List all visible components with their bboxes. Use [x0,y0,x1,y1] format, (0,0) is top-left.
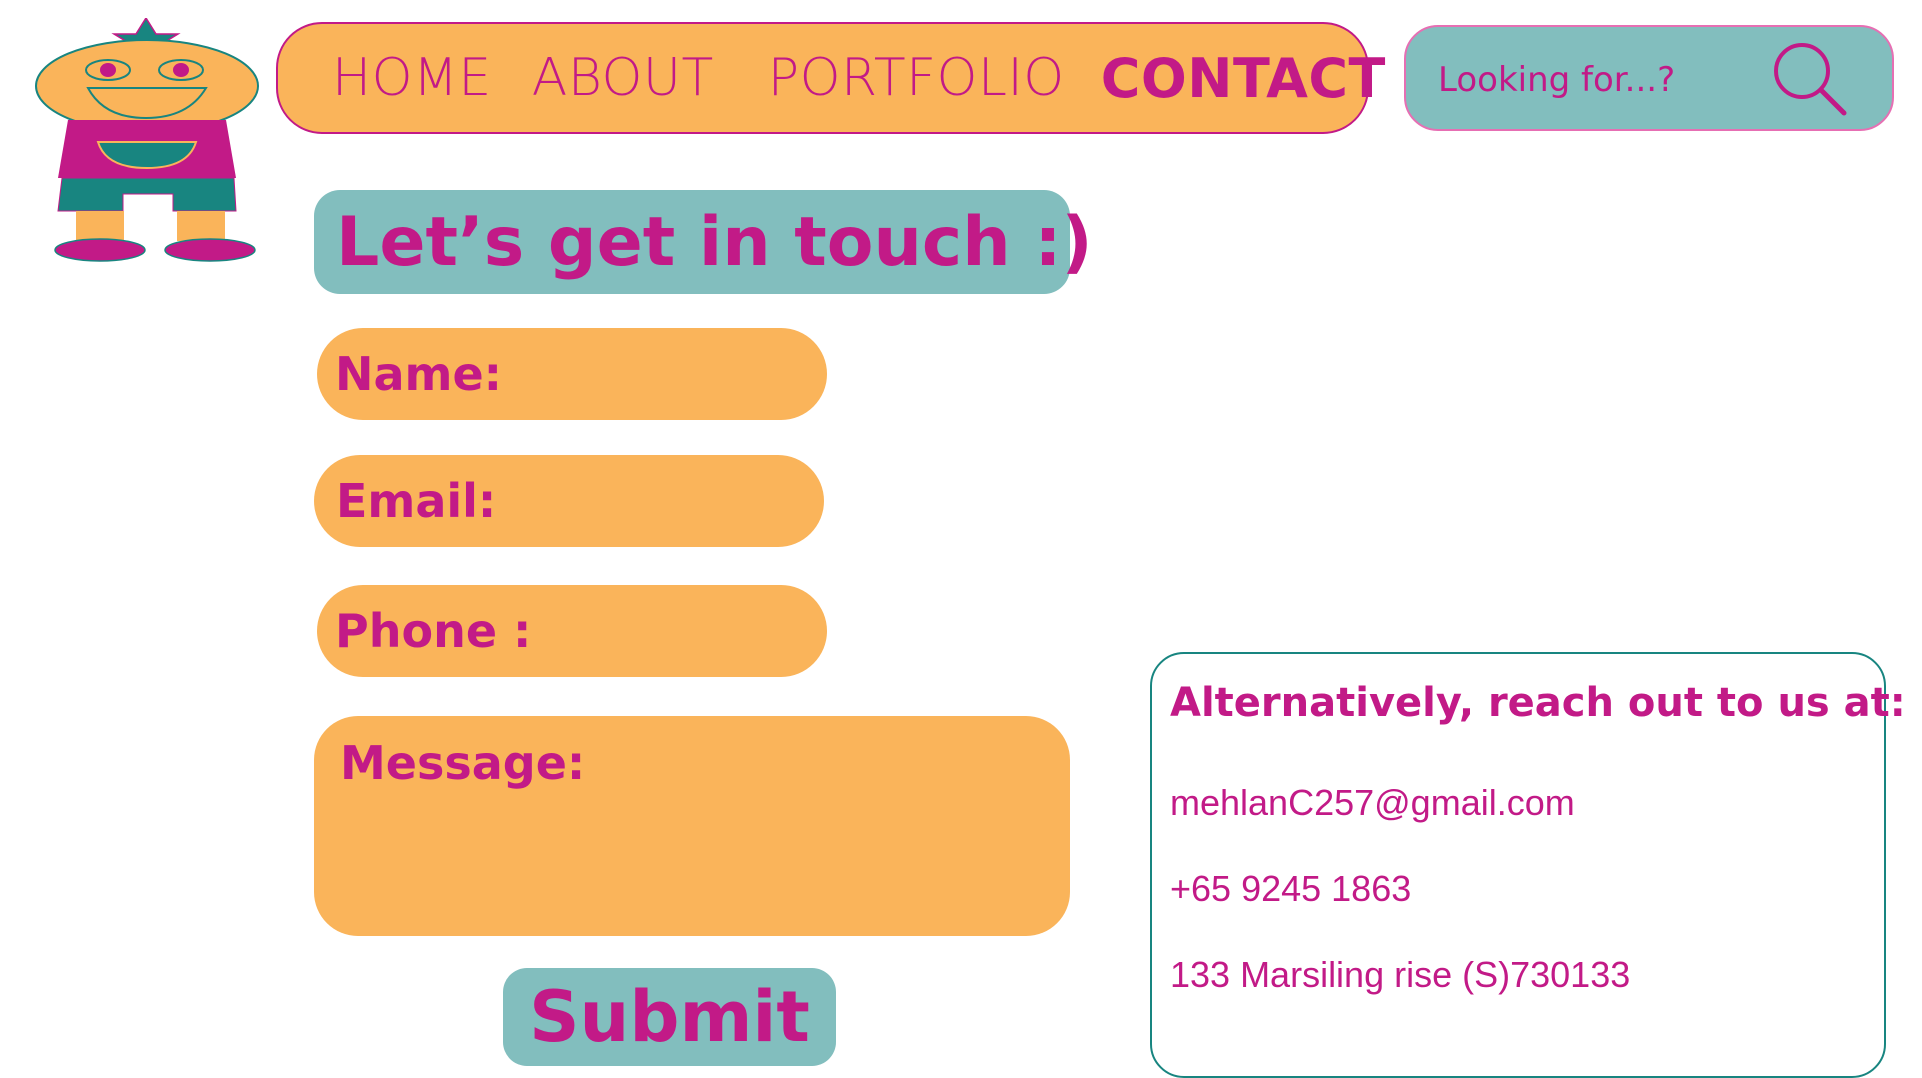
name-field[interactable]: Name: [317,328,969,420]
phone-field[interactable]: Phone : [317,585,998,677]
main-nav: HOME ABOUT PORTFOLIO CONTACT [276,22,1385,134]
contact-info-title: Alternatively, reach out to us at: [1170,680,1906,726]
name-input[interactable] [516,345,969,403]
mascot-logo [35,18,259,262]
search-icon[interactable] [1766,39,1850,123]
email-input[interactable] [510,472,963,530]
page-title: Let’s get in touch :) [336,202,1093,282]
contact-email[interactable]: mehlanC257@gmail.com [1170,782,1575,824]
message-field[interactable]: Message: [314,716,1070,936]
name-label: Name: [335,347,503,401]
contact-heading-banner: Let’s get in touch :) [314,190,1093,294]
nav-item-home[interactable]: HOME [332,48,492,108]
submit-button[interactable]: Submit [503,968,836,1066]
phone-label: Phone : [335,604,532,658]
contact-info-box: Alternatively, reach out to us at: mehla… [1150,652,1906,1078]
email-field[interactable]: Email: [314,455,963,547]
message-input[interactable] [340,796,1044,916]
nav-item-portfolio[interactable]: PORTFOLIO [768,48,1065,108]
message-label: Message: [340,736,586,790]
contact-address: 133 Marsiling rise (S)730133 [1170,954,1631,995]
contact-phone[interactable]: +65 9245 1863 [1170,868,1411,910]
email-label: Email: [336,474,497,528]
phone-input[interactable] [545,602,998,660]
nav-item-contact[interactable]: CONTACT [1101,47,1386,110]
search-box [1404,25,1894,131]
nav-item-about[interactable]: ABOUT [532,48,714,108]
search-input[interactable] [1436,57,1740,103]
